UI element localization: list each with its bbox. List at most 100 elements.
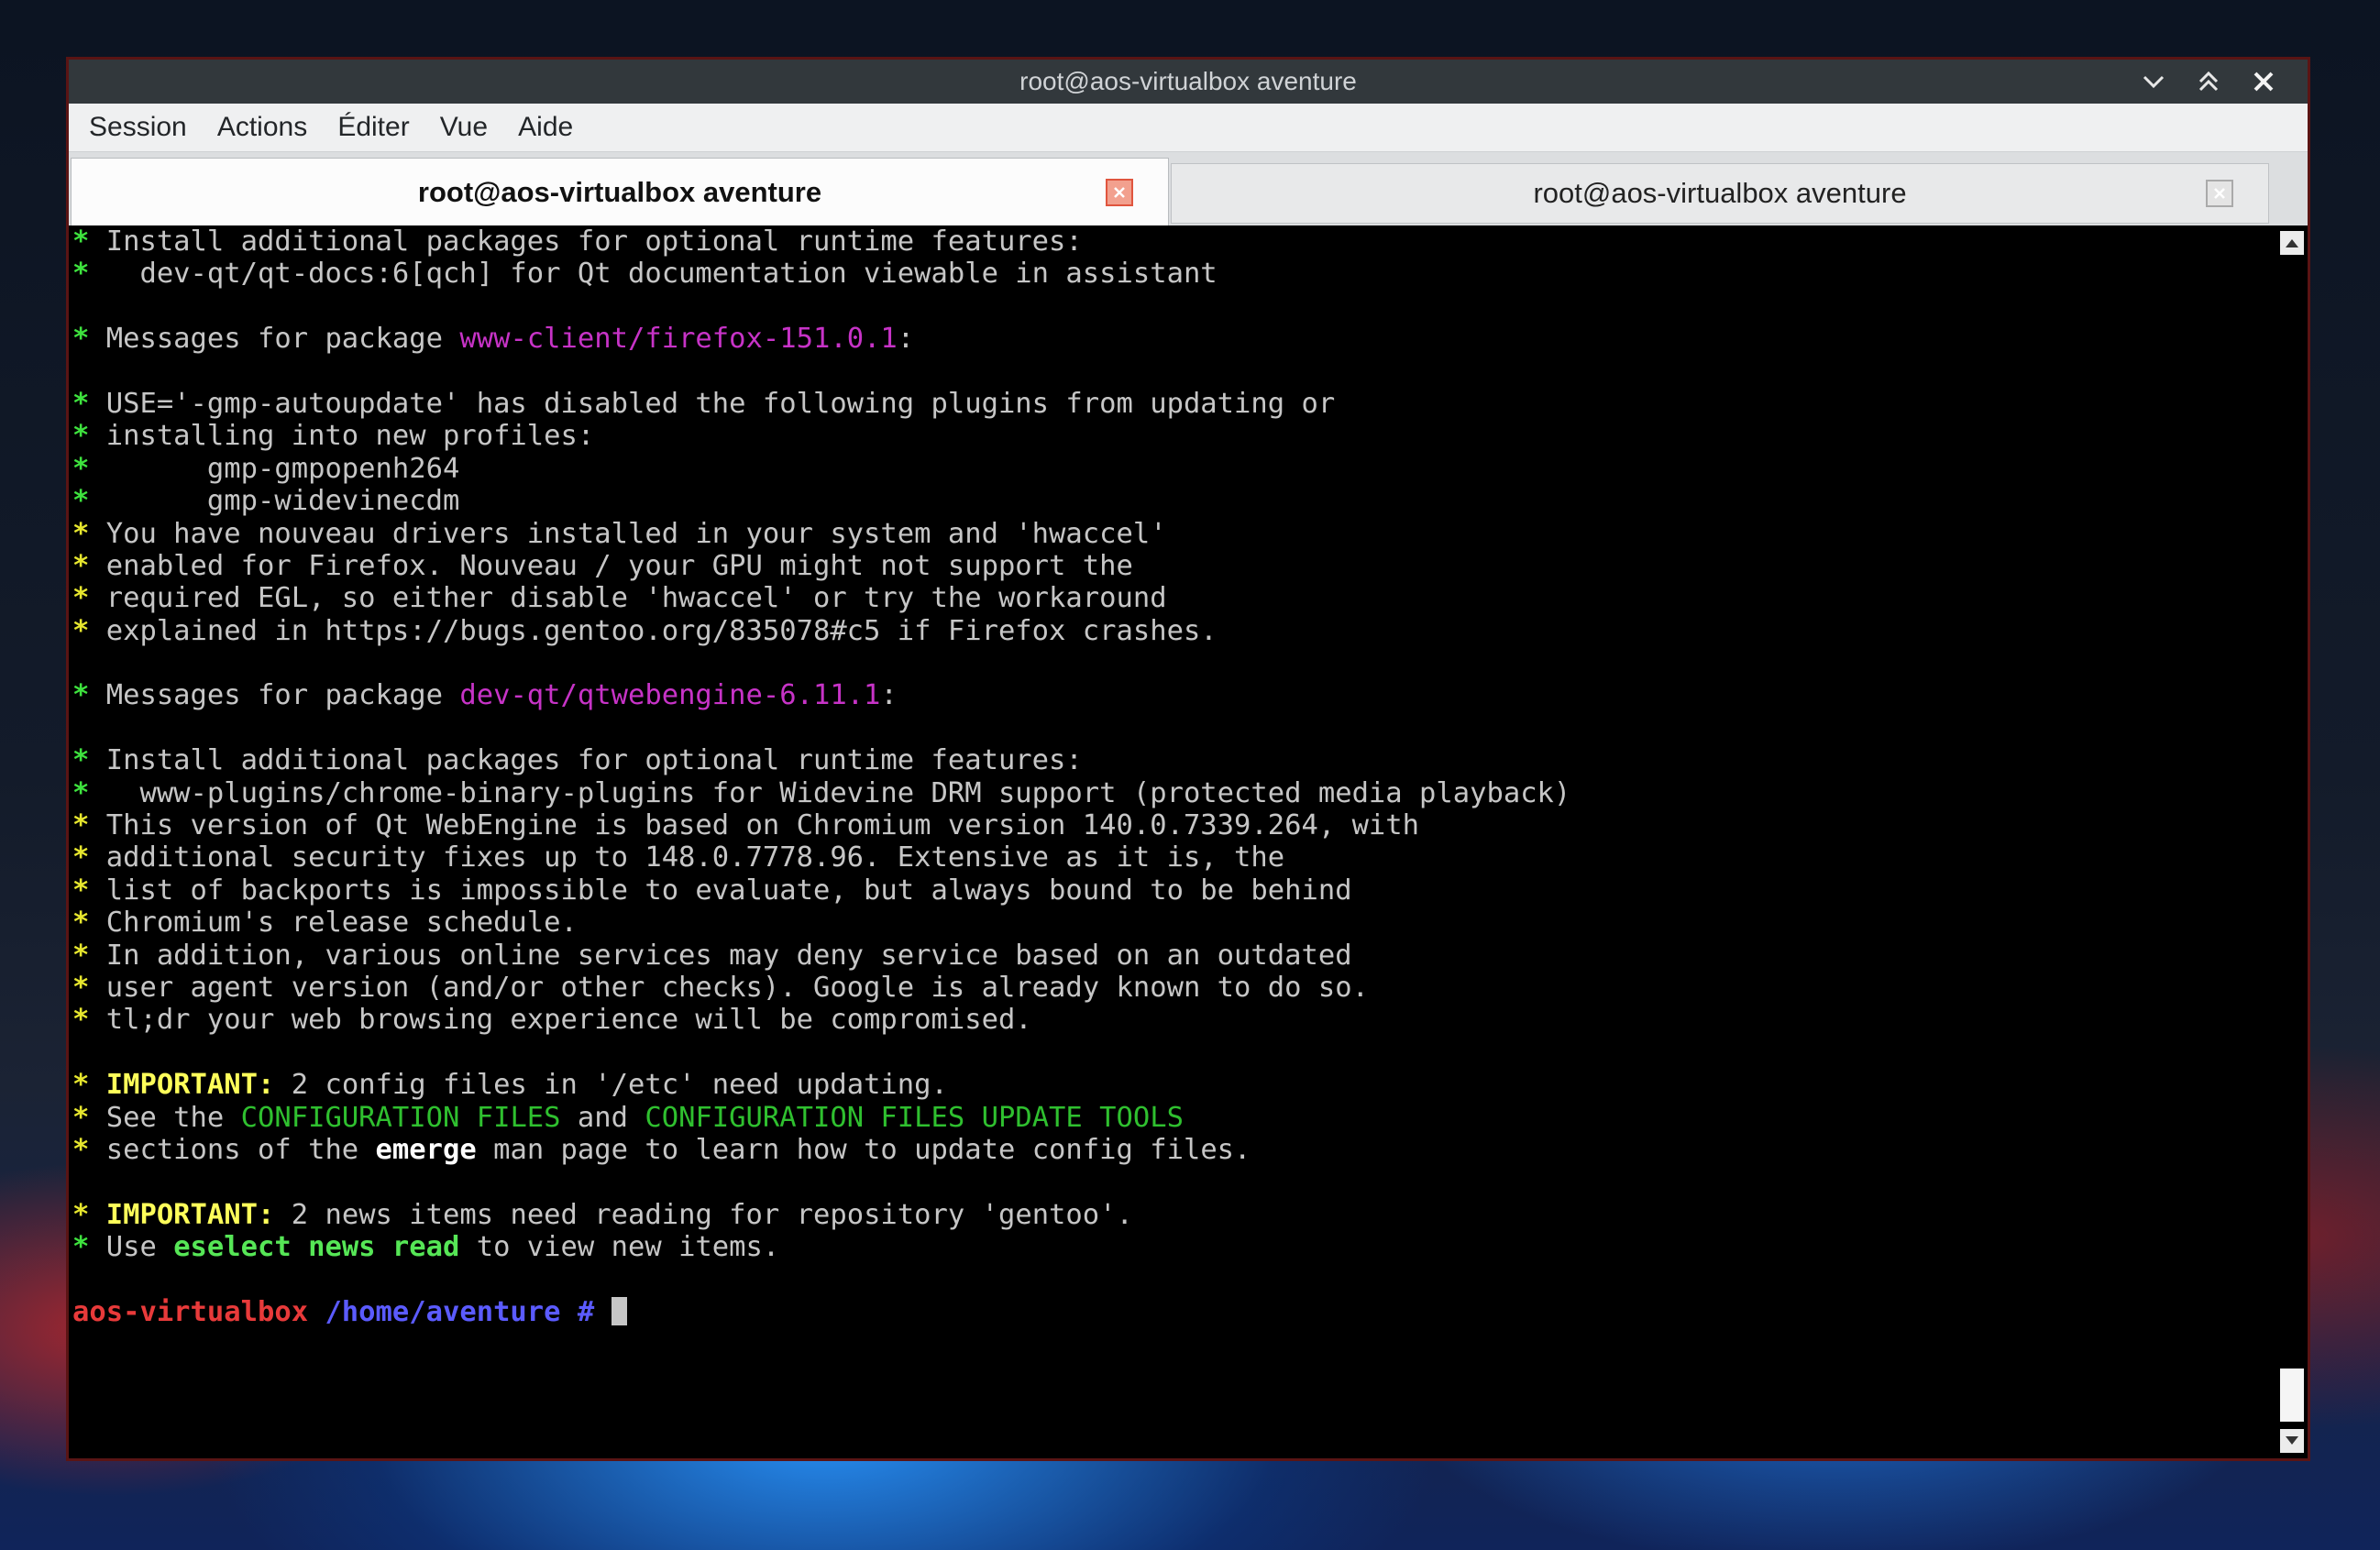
terminal-text: eselect news read <box>173 1231 460 1264</box>
bullet-star: * <box>72 907 106 940</box>
tab-session-1[interactable]: root@aos-virtualbox aventure <box>71 158 1169 225</box>
terminal-line: * installing into new profiles: <box>72 420 1570 452</box>
menu-session[interactable]: Session <box>69 104 198 151</box>
terminal-text: IMPORTANT: <box>105 1198 275 1231</box>
terminal-text: 2 news items need reading for repository… <box>274 1198 1133 1231</box>
terminal-text: Install additional packages for optional… <box>105 744 1083 777</box>
tab-bar: root@aos-virtualbox aventure root@aos-vi… <box>69 152 2308 225</box>
terminal-line: * explained in https://bugs.gentoo.org/8… <box>72 615 1570 647</box>
menu-help[interactable]: Aide <box>500 104 584 151</box>
terminal-text: Use <box>105 1231 174 1264</box>
terminal-text: This version of Qt WebEngine is based on… <box>105 809 1420 842</box>
minimize-button[interactable] <box>2133 63 2174 100</box>
bullet-star: * <box>72 517 106 550</box>
terminal-line: * enabled for Firefox. Nouveau / your GP… <box>72 550 1570 582</box>
tab-label: root@aos-virtualbox aventure <box>1533 177 1907 209</box>
terminal-text: user agent version (and/or other checks)… <box>105 971 1369 1004</box>
close-icon <box>2214 188 2225 199</box>
konsole-window: root@aos-virtualbox aventure Session Act… <box>66 57 2310 1461</box>
terminal-line: * This version of Qt WebEngine is based … <box>72 809 1570 841</box>
bullet-star: * <box>72 744 106 777</box>
terminal-line: * gmp-widevinecdm <box>72 485 1570 517</box>
terminal-text: and <box>560 1101 645 1134</box>
terminal-text: gmp-widevinecdm <box>105 485 460 518</box>
bullet-star: * <box>72 776 106 809</box>
bullet-star: * <box>72 452 106 485</box>
terminal-line: * user agent version (and/or other check… <box>72 972 1570 1004</box>
scroll-up-button[interactable] <box>2280 231 2304 255</box>
bullet-star: * <box>72 939 106 972</box>
terminal-line: * gmp-gmpopenh264 <box>72 453 1570 485</box>
bullet-star: * <box>72 614 106 647</box>
terminal-text: sections of the <box>105 1133 376 1166</box>
bullet-star: * <box>72 225 106 258</box>
terminal-text: man page to learn how to update config f… <box>476 1133 1251 1166</box>
shell-prompt[interactable]: aos-virtualbox /home/aventure # <box>72 1296 1570 1328</box>
terminal-line: * In addition, various online services m… <box>72 940 1570 972</box>
maximize-button[interactable] <box>2188 63 2229 100</box>
terminal-line: * list of backports is impossible to eva… <box>72 874 1570 907</box>
terminal-text: explained in https://bugs.gentoo.org/835… <box>105 614 1218 647</box>
terminal-text: required EGL, so either disable 'hwaccel… <box>105 582 1167 615</box>
menu-actions[interactable]: Actions <box>199 104 318 151</box>
prompt-path: /home/aventure <box>308 1295 561 1328</box>
tab-close-button[interactable] <box>2206 180 2233 207</box>
terminal-text: installing into new profiles: <box>105 420 595 453</box>
terminal-line: * You have nouveau drivers installed in … <box>72 518 1570 550</box>
terminal-text: See the <box>105 1101 241 1134</box>
terminal-line: * Messages for package www-client/firefo… <box>72 323 1570 355</box>
double-chevron-up-icon <box>2198 71 2219 92</box>
terminal-text: : <box>897 323 915 356</box>
terminal-text: You have nouveau drivers installed in yo… <box>105 517 1167 550</box>
bullet-star: * <box>72 841 106 874</box>
terminal-text: tl;dr your web browsing experience will … <box>105 1004 1032 1037</box>
scrollbar[interactable] <box>2271 225 2308 1458</box>
arrow-up-icon <box>2286 239 2298 247</box>
bullet-star: * <box>72 1004 106 1037</box>
terminal-text: Messages for package <box>105 323 460 356</box>
scrollbar-thumb[interactable] <box>2280 1369 2304 1422</box>
chevron-down-icon <box>2143 75 2165 89</box>
terminal-text: USE='-gmp-autoupdate' has disabled the f… <box>105 387 1336 420</box>
bullet-star: * <box>72 809 106 842</box>
terminal-text: www-client/firefox-151.0.1 <box>459 323 898 356</box>
title-bar[interactable]: root@aos-virtualbox aventure <box>69 60 2308 104</box>
tab-close-button[interactable] <box>1106 178 1133 206</box>
terminal-output[interactable]: * Install additional packages for option… <box>69 225 2276 1458</box>
terminal-line: * IMPORTANT: 2 config files in '/etc' ne… <box>72 1069 1570 1101</box>
close-window-button[interactable] <box>2243 63 2284 100</box>
terminal-text: CONFIGURATION FILES UPDATE TOOLS <box>645 1101 1184 1134</box>
terminal-lines: * Install additional packages for option… <box>72 225 1570 1328</box>
arrow-down-icon <box>2286 1436 2298 1445</box>
terminal-text: additional security fixes up to 148.0.77… <box>105 841 1285 874</box>
bullet-star: * <box>72 387 106 420</box>
terminal-text: gmp-gmpopenh264 <box>105 452 460 485</box>
prompt-symbol: # <box>560 1295 612 1328</box>
terminal-line: * required EGL, so either disable 'hwacc… <box>72 582 1570 614</box>
bullet-star: * <box>72 549 106 582</box>
bullet-star: * <box>72 1198 106 1231</box>
menu-edit[interactable]: Éditer <box>319 104 420 151</box>
menu-view[interactable]: Vue <box>422 104 499 151</box>
tab-session-2[interactable]: root@aos-virtualbox aventure <box>1171 163 2269 224</box>
terminal-line: * sections of the emerge man page to lea… <box>72 1134 1570 1166</box>
tab-label: root@aos-virtualbox aventure <box>417 175 822 208</box>
terminal-line: * additional security fixes up to 148.0.… <box>72 841 1570 874</box>
terminal-line: * USE='-gmp-autoupdate' has disabled the… <box>72 388 1570 420</box>
terminal-text: to view new items. <box>459 1231 780 1264</box>
bullet-star: * <box>72 1231 106 1264</box>
terminal-text: In addition, various online services may… <box>105 939 1352 972</box>
text-cursor <box>611 1296 627 1325</box>
terminal-text: 2 config files in '/etc' need updating. <box>274 1069 948 1102</box>
bullet-star: * <box>72 258 106 291</box>
terminal-text: Chromium's release schedule. <box>105 907 578 940</box>
scroll-down-button[interactable] <box>2280 1429 2304 1453</box>
bullet-star: * <box>72 874 106 907</box>
